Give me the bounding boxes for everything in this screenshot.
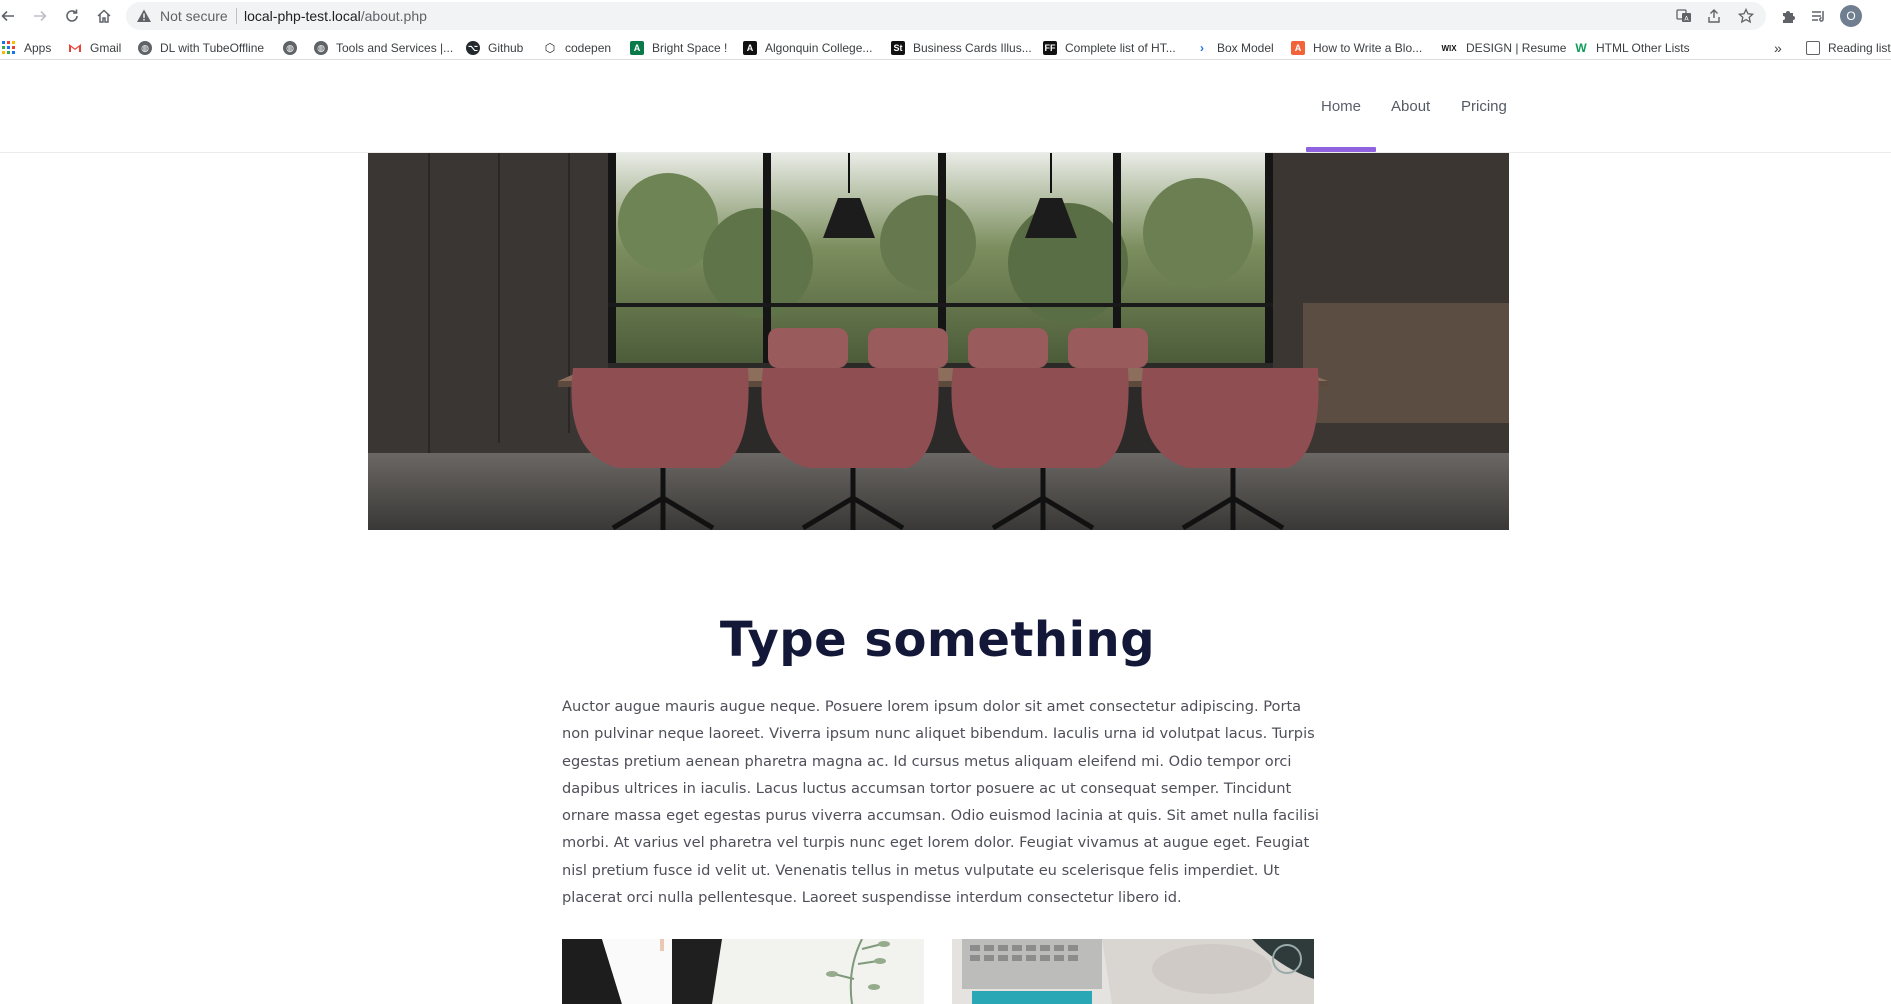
bookmark-github[interactable]: ⌥ Github xyxy=(466,39,523,57)
more-bookmarks-chevron[interactable]: » xyxy=(1774,39,1782,57)
profile-avatar[interactable]: O xyxy=(1840,5,1862,27)
translate-icon[interactable]: A xyxy=(1676,8,1692,24)
bookmark-label: Tools and Services |... xyxy=(336,41,454,55)
bookmark-brightspace[interactable]: A Bright Space ! xyxy=(630,39,727,57)
bookmark-tools-services[interactable]: ◍ Tools and Services |... xyxy=(314,39,453,57)
brightspace-icon: A xyxy=(630,41,644,55)
ff-icon: FF xyxy=(1043,41,1057,55)
reload-icon[interactable] xyxy=(60,4,84,28)
bookmark-label: DL with TubeOffline xyxy=(160,41,265,55)
bookmark-label: How to Write a Blo... xyxy=(1313,41,1423,55)
active-nav-indicator xyxy=(1306,147,1376,152)
globe-icon: ◍ xyxy=(314,41,328,55)
nav-home-link[interactable]: Home xyxy=(1321,98,1361,115)
bookmark-label: Complete list of HT... xyxy=(1065,41,1176,55)
reading-list-label: Reading list xyxy=(1828,41,1891,55)
bookmark-label: Box Model xyxy=(1217,41,1274,55)
bookmark-design-resume[interactable]: WIX DESIGN | Resume xyxy=(1440,39,1566,57)
svg-text:A: A xyxy=(1684,15,1689,23)
intro-paragraph: Auctor augue mauris augue neque. Posuere… xyxy=(562,698,1319,907)
omnibox-divider xyxy=(236,8,237,24)
browser-toolbar: Not secure local-php-test.local/about.ph… xyxy=(0,0,1891,32)
url-text[interactable]: local-php-test.local/about.php xyxy=(244,8,427,24)
bookmark-tubeoffline[interactable]: ◍ DL with TubeOffline xyxy=(138,39,264,57)
url-host: local-php-test.local xyxy=(244,8,361,24)
warning-icon xyxy=(137,9,151,22)
page-title: Type something xyxy=(719,612,1156,668)
nav-about-link[interactable]: About xyxy=(1391,98,1430,115)
reading-list-button[interactable]: Reading list xyxy=(1806,39,1891,57)
bookmark-star-icon[interactable] xyxy=(1738,8,1754,24)
url-path: /about.php xyxy=(360,8,427,24)
wix-icon: WIX xyxy=(1441,43,1457,53)
nav-pricing-link[interactable]: Pricing xyxy=(1461,98,1507,115)
reading-list-icon xyxy=(1806,41,1820,55)
conference-room-illustration xyxy=(368,153,1509,530)
bookmark-algonquin[interactable]: A Algonquin College... xyxy=(743,39,872,57)
globe-icon: ◍ xyxy=(138,41,152,55)
algonquin-icon: A xyxy=(743,41,757,55)
bookmark-label: Gmail xyxy=(90,41,122,55)
bookmark-label: codepen xyxy=(565,41,612,55)
bookmark-globe[interactable]: ◍ xyxy=(283,39,305,57)
media-queue-icon[interactable] xyxy=(1808,6,1828,26)
extensions-puzzle-icon[interactable] xyxy=(1778,6,1798,26)
person-illustration xyxy=(562,939,924,1004)
bookmark-html-lists[interactable]: W HTML Other Lists xyxy=(1574,39,1690,57)
codepen-icon: ⬡ xyxy=(544,41,556,55)
bookmark-label: Github xyxy=(488,41,524,55)
bookmark-label: Business Cards Illus... xyxy=(913,41,1032,55)
w-icon: W xyxy=(1575,41,1587,55)
address-bar[interactable]: Not secure local-php-test.local/about.ph… xyxy=(126,2,1766,30)
bookmarks-bar: Apps Gmail ◍ DL with TubeOffline ◍ ◍ Too… xyxy=(0,36,1891,60)
bookmark-box-model[interactable]: › Box Model xyxy=(1195,39,1274,57)
blog-icon: A xyxy=(1291,41,1305,55)
laptop-illustration xyxy=(952,939,1314,1004)
apps-grid-icon xyxy=(2,41,16,55)
bookmark-gmail[interactable]: Gmail xyxy=(68,39,121,57)
bookmark-label: Bright Space ! xyxy=(652,41,728,55)
bookmark-codepen[interactable]: ⬡ codepen xyxy=(543,39,611,57)
bookmark-business-cards[interactable]: St Business Cards Illus... xyxy=(891,39,1032,57)
bookmark-complete-list[interactable]: FF Complete list of HT... xyxy=(1043,39,1176,57)
st-icon: St xyxy=(891,41,905,55)
laptop-desk-photo xyxy=(952,939,1314,1004)
bookmark-label: Algonquin College... xyxy=(765,41,873,55)
bookmark-label: Apps xyxy=(24,41,52,55)
bookmark-apps[interactable]: Apps xyxy=(2,39,51,57)
security-status[interactable]: Not secure xyxy=(160,8,228,24)
bookmark-label: DESIGN | Resume xyxy=(1466,41,1567,55)
person-photo xyxy=(562,939,924,1004)
bookmark-write-blog[interactable]: A How to Write a Blo... xyxy=(1291,39,1422,57)
gmail-icon xyxy=(68,41,82,55)
site-header: Home About Pricing xyxy=(0,66,1891,153)
globe-icon: ◍ xyxy=(283,41,297,55)
back-arrow-icon[interactable] xyxy=(0,4,20,28)
terminal-icon: › xyxy=(1200,41,1204,55)
home-icon[interactable] xyxy=(92,4,116,28)
bookmark-label: HTML Other Lists xyxy=(1596,41,1690,55)
hero-image xyxy=(368,153,1509,530)
github-icon: ⌥ xyxy=(466,41,480,55)
forward-arrow-icon[interactable] xyxy=(28,4,52,28)
share-icon[interactable] xyxy=(1706,8,1722,24)
